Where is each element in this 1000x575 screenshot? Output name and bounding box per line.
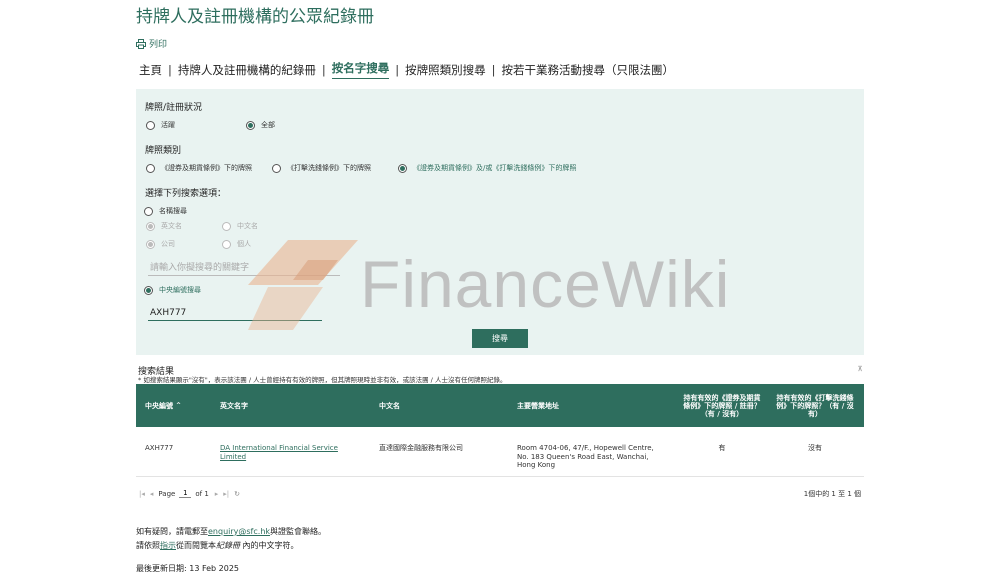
ce-search-radio[interactable]: 中央編號搜尋: [144, 285, 201, 295]
licence-type-label: 牌照類別: [145, 146, 182, 156]
nav-home[interactable]: 主頁: [139, 62, 162, 78]
radio-icon: [398, 163, 407, 173]
individual-radio[interactable]: 個人: [222, 239, 251, 249]
enquiry-prefix: 如有疑問，請電郵至: [136, 527, 208, 536]
nav-register[interactable]: 持牌人及註冊機構的紀錄冊: [178, 62, 316, 78]
status-active-radio[interactable]: 活躍: [146, 120, 175, 130]
licence-sfo-radio[interactable]: 《證券及期貨條例》下的牌照: [146, 163, 252, 173]
radio-icon: [222, 221, 231, 231]
print-label: 列印: [149, 40, 168, 50]
cell-cn-name: 直達國際金融服務有限公司: [379, 444, 463, 452]
radio-label: 個人: [237, 240, 251, 248]
column-header-sfo[interactable]: 持有有效的《證券及期貨條例》下的牌照 / 註冊？（有 / 沒有）: [681, 384, 763, 427]
radio-icon: [146, 120, 155, 130]
status-all-radio[interactable]: 全部: [246, 120, 275, 130]
nav-search-by-activity[interactable]: 按若干業務活動搜尋（只限法團）: [502, 62, 675, 78]
page-of-label: of 1: [195, 489, 209, 498]
status-label: 牌照/註冊狀況: [145, 103, 203, 113]
enquiry-email-link[interactable]: enquiry@sfc.hk: [208, 527, 270, 536]
column-header-ce[interactable]: 中央編號 ^: [145, 384, 181, 427]
radio-icon: [144, 206, 153, 216]
ce-number-input[interactable]: [148, 306, 322, 321]
breadcrumb-nav: 主頁 | 持牌人及註冊機構的紀錄冊 | 按名字搜尋 | 按牌照類別搜尋 | 按若…: [139, 60, 674, 79]
column-header-amlo[interactable]: 持有有效的《打擊洗錢條例》下的牌照？（有 / 沒有）: [774, 384, 856, 427]
guide-prefix: 請依照: [136, 541, 160, 550]
column-header-cn-name[interactable]: 中文名: [379, 384, 400, 427]
radio-label: 活躍: [161, 121, 175, 129]
radio-icon: [146, 221, 155, 231]
cell-amlo: 沒有: [808, 444, 822, 452]
radio-label: 《打擊洗錢條例》下的牌照: [287, 164, 371, 172]
company-name-link[interactable]: DA International Financial Service Limit…: [220, 444, 338, 461]
keyword-input[interactable]: [148, 261, 340, 276]
table-row: AXH777 DA International Financial Servic…: [136, 428, 864, 476]
results-note: * 如搜索結果顯示"沒有"，表示該法團 / 人士曾經持有有效的牌照，但其牌照現時…: [138, 376, 507, 384]
results-table-header: 中央編號 ^ 英文名字 中文名 主要營業地址 持有有效的《證券及期貨條例》下的牌…: [136, 384, 864, 427]
column-header-label: 中央編號: [145, 401, 173, 410]
guide-italic: 紀錄冊: [216, 541, 240, 550]
cell-ce: AXH777: [145, 444, 174, 452]
search-button[interactable]: 搜尋: [472, 329, 528, 348]
radio-label: 公司: [161, 240, 175, 248]
radio-label: 《證券及期貨條例》及/或《打擊洗錢條例》下的牌照: [413, 164, 577, 172]
radio-icon: [222, 239, 231, 249]
row-divider: [136, 476, 864, 477]
column-header-address[interactable]: 主要營業地址: [517, 384, 559, 427]
nav-search-by-name[interactable]: 按名字搜尋: [331, 60, 390, 79]
name-search-radio[interactable]: 名稱搜尋: [144, 206, 187, 216]
page-title: 持牌人及註冊機構的公眾紀錄冊: [136, 7, 374, 27]
radio-icon: [144, 285, 153, 295]
print-link[interactable]: 列印: [136, 37, 167, 50]
search-form-panel: 牌照/註冊狀況 活躍 全部 牌照類別 《證券及期貨條例》下的牌照 《打擊洗錢條例…: [136, 89, 864, 355]
radio-label: 《證券及期貨條例》下的牌照: [161, 164, 252, 172]
page-label: Page: [158, 489, 176, 498]
cell-sfo: 有: [718, 444, 726, 452]
radio-icon: [246, 120, 255, 130]
radio-label: 中文名: [237, 222, 258, 230]
prev-page-icon[interactable]: ◂: [150, 490, 154, 498]
chinese-name-radio[interactable]: 中文名: [222, 221, 258, 231]
guide-link[interactable]: 指示: [160, 541, 176, 550]
licence-both-radio[interactable]: 《證券及期貨條例》及/或《打擊洗錢條例》下的牌照: [398, 163, 576, 173]
last-updated: 最後更新日期: 13 Feb 2025: [136, 564, 240, 573]
english-name-radio[interactable]: 英文名: [146, 221, 182, 231]
collapse-icon[interactable]: ⊼: [856, 365, 864, 373]
radio-icon: [146, 163, 155, 173]
enquiry-text: 如有疑問，請電郵至enquiry@sfc.hk與證監會聯絡。: [136, 526, 326, 537]
first-page-icon[interactable]: |◂: [139, 490, 145, 498]
company-radio[interactable]: 公司: [146, 239, 175, 249]
radio-icon: [146, 239, 155, 249]
radio-label: 全部: [261, 121, 275, 129]
enquiry-suffix: 與證監會聯絡。: [270, 527, 327, 536]
radio-label: 中央編號搜尋: [159, 286, 201, 294]
guide-text: 請依照指示從而閱覽本紀錄冊 內的中文字符。: [136, 540, 299, 551]
cell-en-name: DA International Financial Service Limit…: [220, 444, 350, 461]
nav-separator: |: [491, 62, 496, 77]
radio-label: 英文名: [161, 222, 182, 230]
refresh-icon[interactable]: ↻: [234, 490, 240, 498]
last-page-icon[interactable]: ▸|: [223, 490, 229, 498]
nav-separator: |: [168, 62, 172, 77]
nav-separator: |: [321, 62, 326, 77]
pager-summary: 1個中的 1 至 1 個: [803, 490, 861, 498]
licence-amlo-radio[interactable]: 《打擊洗錢條例》下的牌照: [272, 163, 371, 173]
radio-icon: [272, 163, 281, 173]
sort-asc-icon: ^: [176, 402, 182, 409]
nav-separator: |: [395, 62, 400, 77]
nav-search-by-licence-type[interactable]: 按牌照類別搜尋: [405, 62, 486, 78]
search-option-label: 選擇下列搜索選項：: [145, 189, 227, 199]
column-header-en-name[interactable]: 英文名字: [220, 384, 248, 427]
radio-label: 名稱搜尋: [159, 207, 187, 215]
guide-mid: 從而閱覽本: [176, 541, 216, 550]
guide-suffix: 內的中文字符。: [240, 541, 299, 550]
page-number-input[interactable]: [179, 489, 192, 498]
next-page-icon[interactable]: ▸: [215, 490, 219, 498]
pager: |◂ ◂ Page of 1 ▸ ▸| ↻: [139, 489, 245, 498]
printer-icon: [136, 38, 146, 49]
cell-address: Room 4704-06, 47/F., Hopewell Centre, No…: [517, 444, 654, 469]
